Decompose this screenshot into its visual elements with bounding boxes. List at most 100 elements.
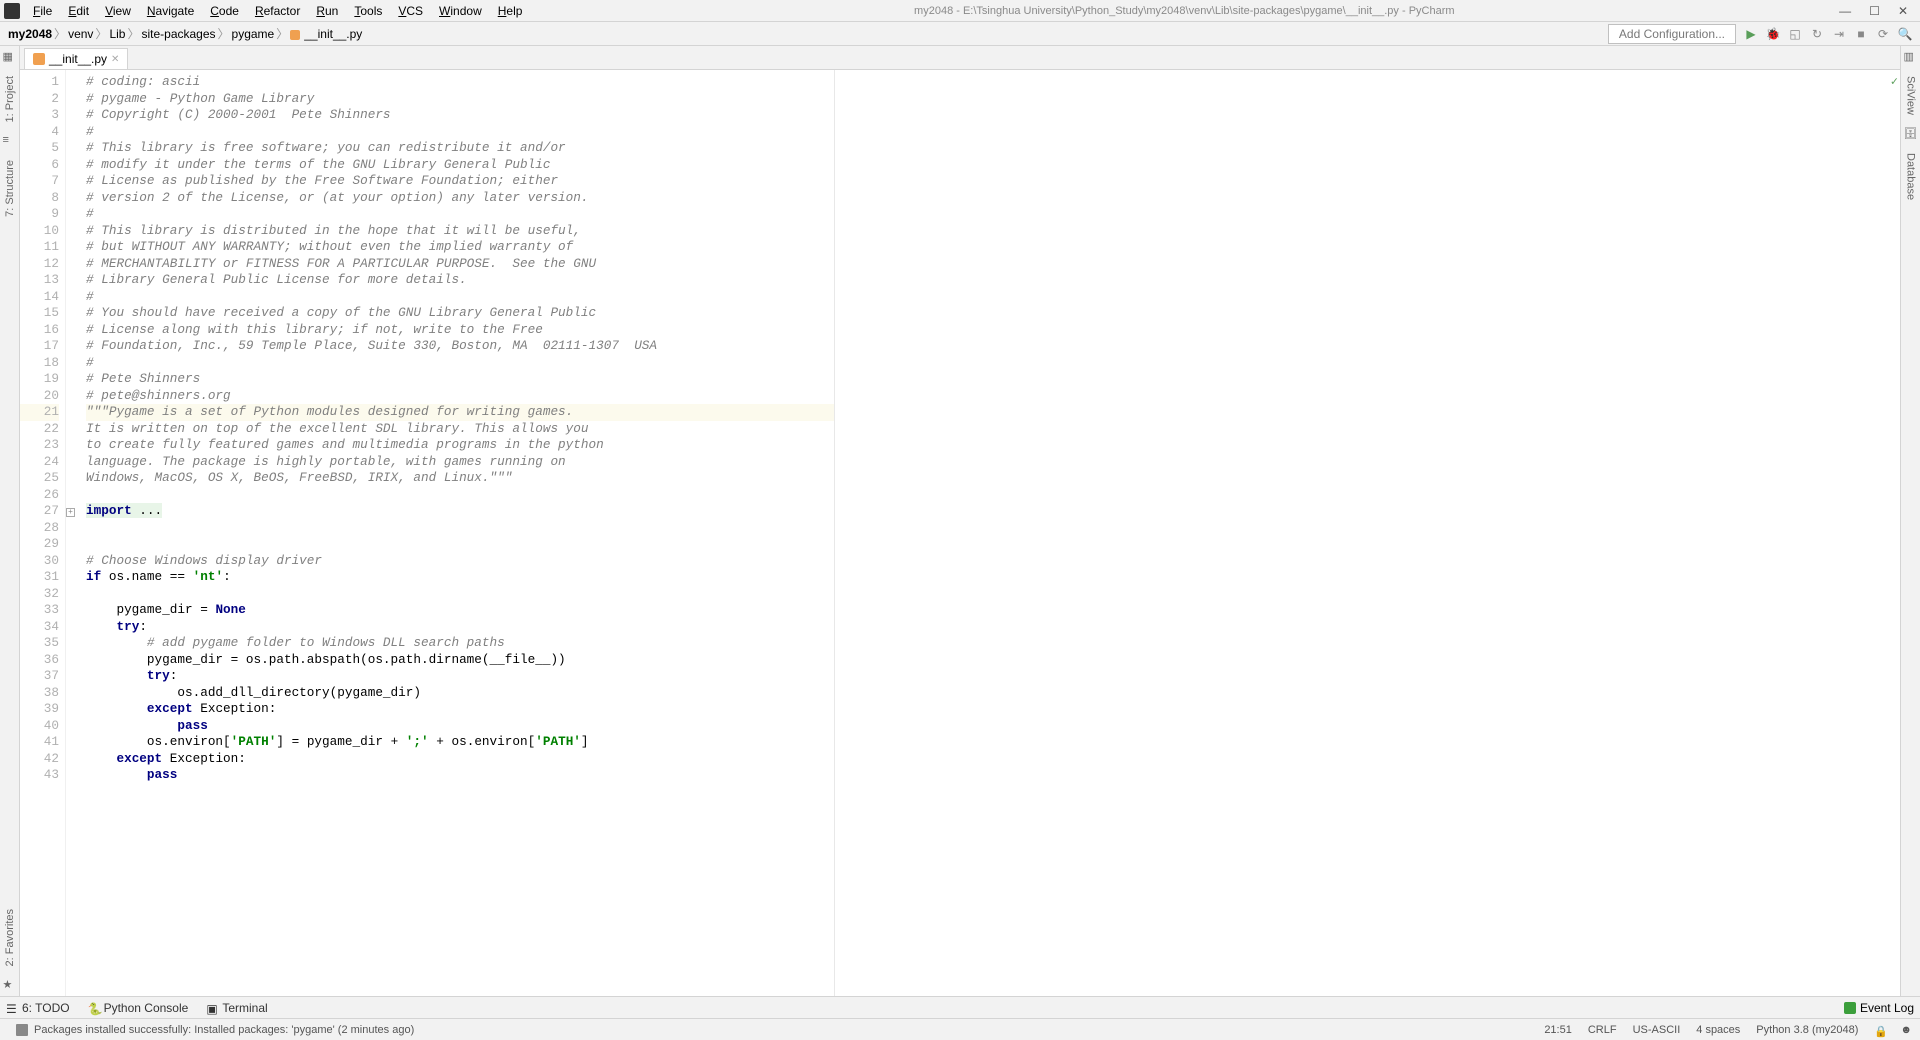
- bottom-tab----todo[interactable]: ☰6: TODO: [6, 1001, 70, 1015]
- tool-tab-sciview[interactable]: SciView: [1903, 68, 1919, 123]
- run-config-selector[interactable]: Add Configuration...: [1608, 24, 1736, 44]
- minimize-icon[interactable]: —: [1839, 4, 1851, 18]
- tool-tab-database[interactable]: Database: [1903, 145, 1919, 208]
- bottom-tab-terminal[interactable]: ▣Terminal: [206, 1001, 267, 1015]
- line-separator[interactable]: CRLF: [1588, 1024, 1617, 1036]
- file-encoding[interactable]: US-ASCII: [1633, 1024, 1681, 1036]
- event-log-button[interactable]: Event Log: [1844, 1001, 1914, 1015]
- code-line[interactable]: # Pete Shinners: [86, 371, 834, 388]
- inspection-ok-icon: ✓: [1891, 74, 1898, 91]
- code-line[interactable]: #: [86, 289, 834, 306]
- breadcrumb-item[interactable]: Lib: [109, 27, 125, 41]
- bottom-tab-python-console[interactable]: 🐍Python Console: [88, 1001, 189, 1015]
- code-line[interactable]: import ...: [86, 503, 834, 520]
- code-line[interactable]: # pete@shinners.org: [86, 388, 834, 405]
- code-line[interactable]: #: [86, 124, 834, 141]
- code-line[interactable]: # License as published by the Free Softw…: [86, 173, 834, 190]
- structure-icon[interactable]: ≡: [3, 134, 17, 148]
- code-line[interactable]: # modify it under the terms of the GNU L…: [86, 157, 834, 174]
- window-controls: — ☐ ✕: [1839, 4, 1916, 18]
- code-line[interactable]: # add pygame folder to Windows DLL searc…: [86, 635, 834, 652]
- run-icon[interactable]: ▶: [1744, 27, 1758, 41]
- menu-vcs[interactable]: VCS: [391, 2, 430, 20]
- close-icon[interactable]: ✕: [1898, 4, 1908, 18]
- code-line[interactable]: pass: [86, 718, 834, 735]
- menu-view[interactable]: View: [98, 2, 138, 20]
- breadcrumb-item[interactable]: venv: [68, 27, 93, 41]
- code-line[interactable]: #: [86, 206, 834, 223]
- tool-tab-favorites[interactable]: 2: Favorites: [2, 901, 18, 974]
- tool-tab-project[interactable]: 1: Project: [2, 68, 18, 130]
- code-line[interactable]: # version 2 of the License, or (at your …: [86, 190, 834, 207]
- code-line[interactable]: Windows, MacOS, OS X, BeOS, FreeBSD, IRI…: [86, 470, 834, 487]
- code-line[interactable]: [86, 586, 834, 603]
- profile-icon[interactable]: ↻: [1810, 27, 1824, 41]
- readonly-lock-icon[interactable]: 🔒: [1874, 1025, 1884, 1035]
- menu-help[interactable]: Help: [491, 2, 530, 20]
- project-icon[interactable]: ▦: [3, 50, 17, 64]
- tool-tab-structure[interactable]: 7: Structure: [2, 152, 18, 225]
- code-line[interactable]: except Exception:: [86, 701, 834, 718]
- editor-tab[interactable]: __init__.py ✕: [24, 48, 128, 69]
- caret-position[interactable]: 21:51: [1544, 1024, 1572, 1036]
- python-interpreter[interactable]: Python 3.8 (my2048): [1756, 1024, 1858, 1036]
- code-line[interactable]: # but WITHOUT ANY WARRANTY; without even…: [86, 239, 834, 256]
- code-line[interactable]: try:: [86, 668, 834, 685]
- breadcrumb-item[interactable]: site-packages: [141, 27, 215, 41]
- code-line[interactable]: pass: [86, 767, 834, 784]
- code-line[interactable]: [86, 536, 834, 553]
- debug-icon[interactable]: 🐞: [1766, 27, 1780, 41]
- code-line[interactable]: # Library General Public License for mor…: [86, 272, 834, 289]
- indent-setting[interactable]: 4 spaces: [1696, 1024, 1740, 1036]
- code-line[interactable]: os.add_dll_directory(pygame_dir): [86, 685, 834, 702]
- maximize-icon[interactable]: ☐: [1869, 4, 1880, 18]
- code-line[interactable]: to create fully featured games and multi…: [86, 437, 834, 454]
- code-line[interactable]: [86, 487, 834, 504]
- menu-navigate[interactable]: Navigate: [140, 2, 201, 20]
- coverage-icon[interactable]: ◱: [1788, 27, 1802, 41]
- code-line[interactable]: if os.name == 'nt':: [86, 569, 834, 586]
- breadcrumb-item[interactable]: my2048: [8, 27, 52, 41]
- update-icon[interactable]: ⟳: [1876, 27, 1890, 41]
- code-line[interactable]: It is written on top of the excellent SD…: [86, 421, 834, 438]
- code-line[interactable]: """Pygame is a set of Python modules des…: [86, 404, 834, 421]
- code-line[interactable]: #: [86, 355, 834, 372]
- code-line[interactable]: pygame_dir = os.path.abspath(os.path.dir…: [86, 652, 834, 669]
- hector-icon[interactable]: ☻: [1900, 1024, 1912, 1036]
- attach-icon[interactable]: ⇥: [1832, 27, 1846, 41]
- code-line[interactable]: # You should have received a copy of the…: [86, 305, 834, 322]
- code-line[interactable]: # License along with this library; if no…: [86, 322, 834, 339]
- code-line[interactable]: # Copyright (C) 2000-2001 Pete Shinners: [86, 107, 834, 124]
- code-line[interactable]: [86, 520, 834, 537]
- code-line[interactable]: # Choose Windows display driver: [86, 553, 834, 570]
- code-line[interactable]: # MERCHANTABILITY or FITNESS FOR A PARTI…: [86, 256, 834, 273]
- code-line[interactable]: pygame_dir = None: [86, 602, 834, 619]
- tab-close-icon[interactable]: ✕: [111, 54, 119, 65]
- code-line[interactable]: # pygame - Python Game Library: [86, 91, 834, 108]
- menu-code[interactable]: Code: [203, 2, 246, 20]
- favorites-icon[interactable]: ★: [3, 978, 17, 992]
- code-line[interactable]: os.environ['PATH'] = pygame_dir + ';' + …: [86, 734, 834, 751]
- status-indicator-icon[interactable]: [16, 1024, 28, 1036]
- sciview-icon[interactable]: ▥: [1904, 50, 1918, 64]
- code-line[interactable]: # coding: ascii: [86, 74, 834, 91]
- menu-file[interactable]: File: [26, 2, 59, 20]
- menu-window[interactable]: Window: [432, 2, 489, 20]
- breadcrumb-item[interactable]: pygame: [232, 27, 275, 41]
- menu-refactor[interactable]: Refactor: [248, 2, 307, 20]
- database-icon[interactable]: 🗄: [1904, 127, 1918, 141]
- menu-edit[interactable]: Edit: [61, 2, 96, 20]
- code-line[interactable]: language. The package is highly portable…: [86, 454, 834, 471]
- stop-icon[interactable]: ■: [1854, 27, 1868, 41]
- code-line[interactable]: # Foundation, Inc., 59 Temple Place, Sui…: [86, 338, 834, 355]
- breadcrumb-item[interactable]: __init__.py: [290, 27, 362, 41]
- menu-tools[interactable]: Tools: [347, 2, 389, 20]
- code-content[interactable]: # coding: ascii# pygame - Python Game Li…: [80, 70, 835, 996]
- code-editor[interactable]: 1234567891011121314151617181920212223242…: [20, 70, 1900, 996]
- code-line[interactable]: # This library is free software; you can…: [86, 140, 834, 157]
- code-line[interactable]: try:: [86, 619, 834, 636]
- menu-run[interactable]: Run: [309, 2, 345, 20]
- code-line[interactable]: # This library is distributed in the hop…: [86, 223, 834, 240]
- search-icon[interactable]: 🔍: [1898, 27, 1912, 41]
- code-line[interactable]: except Exception:: [86, 751, 834, 768]
